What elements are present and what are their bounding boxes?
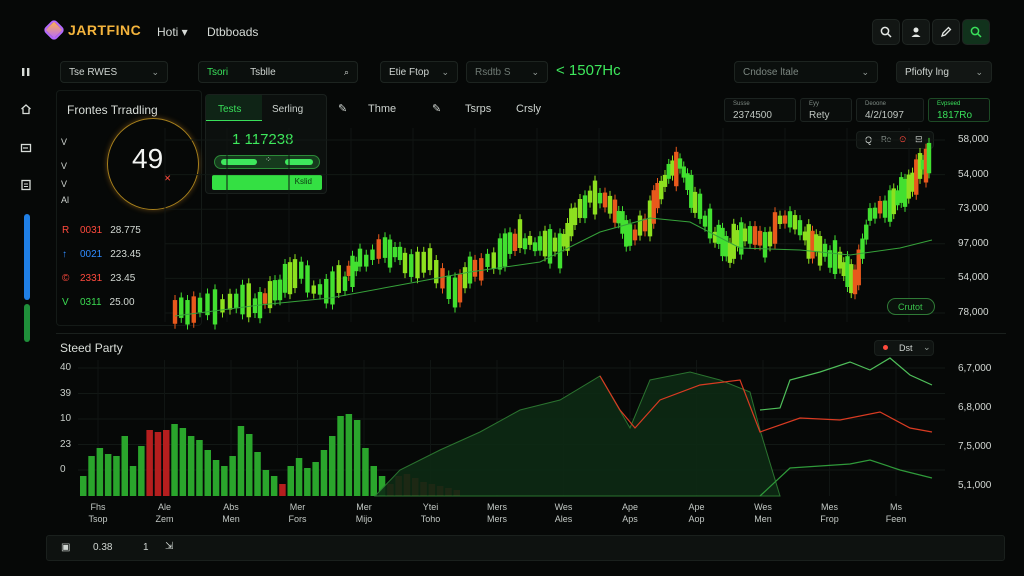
volume-bar <box>279 484 286 496</box>
volume-bar <box>295 458 303 496</box>
x-tick-line2: Men <box>222 514 240 524</box>
volume-bar <box>154 432 162 496</box>
volume-bar <box>221 466 228 496</box>
volume-bar <box>138 446 145 496</box>
page-number: 1 <box>143 542 149 553</box>
x-tick-line1: Fhs <box>90 502 106 512</box>
x-tick-label: Ape Aps <box>610 501 650 525</box>
volume-bar <box>212 460 220 496</box>
volume-bar <box>187 436 195 496</box>
x-tick-label: Ape Aop <box>677 501 717 525</box>
x-tick-line2: Zem <box>155 514 174 524</box>
lower-y-right-label: 6,7,000 <box>958 363 992 374</box>
x-tick-line1: Ape <box>688 502 705 512</box>
zoom-level: 0.38 <box>93 542 113 553</box>
x-tick-line2: Frop <box>820 514 839 524</box>
x-tick-label: Ytei Toho <box>411 501 451 525</box>
volume-bar <box>304 468 311 496</box>
lower-y-right-label: 7,5,000 <box>958 441 992 452</box>
volume-bar <box>353 420 361 496</box>
volume-bar <box>88 456 95 496</box>
x-tick-label: Ms Feen <box>876 501 916 525</box>
lower-y-right-label: 6,8,000 <box>958 402 992 413</box>
x-tick-line1: Mer <box>356 502 372 512</box>
x-tick-line1: Mers <box>487 502 507 512</box>
x-tick-line2: Mers <box>487 514 507 524</box>
x-tick-line2: Feen <box>885 514 907 524</box>
x-tick-line1: Ms <box>890 502 902 512</box>
x-tick-label: Wes Men <box>743 501 783 525</box>
volume-bar <box>113 456 120 496</box>
x-tick-label: Mer Mijo <box>344 501 384 525</box>
x-tick-line2: Aps <box>622 514 638 524</box>
x-tick-line2: Tsop <box>88 514 108 524</box>
x-tick-label: Mes Frop <box>810 501 850 525</box>
lower-y-left-label: 0 <box>60 464 66 475</box>
x-tick-line1: Ale <box>157 502 171 512</box>
x-tick-label: Mer Fors <box>278 501 318 525</box>
area-series <box>373 371 781 497</box>
x-tick-label: Ale Zem <box>145 501 185 525</box>
volume-bar <box>196 440 203 496</box>
x-tick-line2: Fors <box>288 514 307 524</box>
x-tick-line1: Ape <box>621 502 638 512</box>
x-tick-line2: Aop <box>688 514 705 524</box>
volume-bar <box>337 416 344 496</box>
x-tick-line1: Mer <box>289 502 306 512</box>
volume-bar <box>96 448 104 496</box>
volume-bar <box>345 414 353 496</box>
x-tick-line1: Abs <box>223 502 239 512</box>
lower-y-right-label: 5,1,000 <box>958 480 992 491</box>
x-tick-line2: Ales <box>554 514 573 524</box>
lower-y-left-label: 40 <box>60 362 72 373</box>
lower-y-left-label: 39 <box>60 387 72 399</box>
volume-bar <box>312 462 319 496</box>
lower-y-left-label: 23 <box>60 438 72 450</box>
x-tick-label: Fhs Tsop <box>78 501 118 525</box>
x-tick-line2: Men <box>754 514 772 524</box>
volume-bar <box>329 436 336 496</box>
volume-bar <box>171 424 178 496</box>
volume-bar <box>362 448 369 496</box>
volume-bar <box>320 450 328 496</box>
x-tick-line2: Mijo <box>355 514 373 524</box>
volume-bar <box>146 430 153 496</box>
green-series-line-2 <box>759 459 933 497</box>
volume-bar <box>370 466 377 496</box>
x-tick-line1: Ytei <box>422 502 439 512</box>
x-tick-line2: Toho <box>420 514 441 524</box>
x-tick-label: Abs Men <box>211 501 251 525</box>
volume-bar <box>246 434 253 496</box>
volume-bar <box>229 456 236 496</box>
lower-y-left-label: 10 <box>60 413 72 424</box>
x-tick-line1: Mes <box>820 502 838 512</box>
volume-bar <box>237 426 245 496</box>
volume-bar <box>80 476 87 496</box>
volume-bar <box>129 466 137 496</box>
lock-icon[interactable]: ▣ <box>61 542 70 553</box>
volume-bar <box>254 452 261 496</box>
x-tick-label: Wes Ales <box>544 501 584 525</box>
x-tick-label: Mers Mers <box>477 501 517 525</box>
x-tick-line1: Wes <box>754 502 772 512</box>
volume-bar <box>262 470 270 496</box>
volume-bar <box>104 454 112 496</box>
volume-bar <box>121 436 128 496</box>
green-series-line <box>759 357 933 411</box>
volume-bar <box>204 450 211 496</box>
volume-bar <box>270 476 278 496</box>
expand-icon[interactable]: ⇲ <box>165 541 173 552</box>
volume-bar <box>163 430 170 496</box>
volume-bar <box>287 466 294 496</box>
x-tick-line1: Wes <box>554 502 573 512</box>
bottom-bar: ▣ 0.38 1 ⇲ <box>46 535 1005 561</box>
volume-chart[interactable] <box>0 0 1024 576</box>
volume-bar <box>179 428 187 496</box>
